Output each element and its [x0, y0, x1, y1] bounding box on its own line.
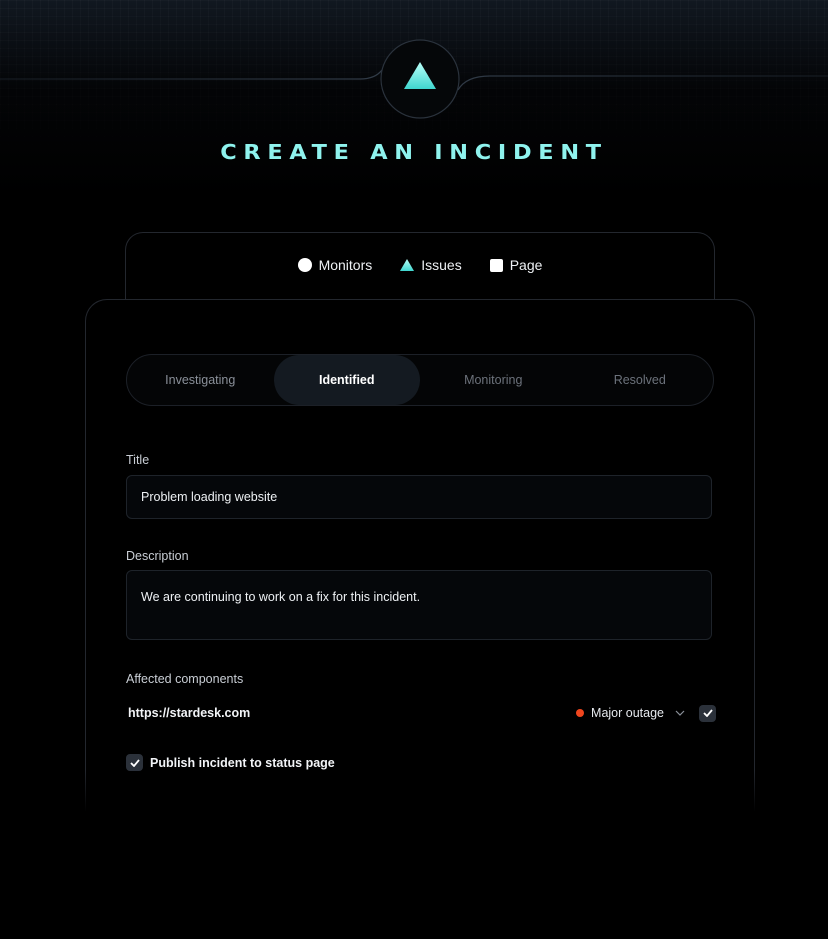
incident-type-tabs: Monitors Issues Page [126, 257, 714, 273]
tab-issues-label: Issues [421, 257, 462, 273]
publish-toggle-row[interactable]: Publish incident to status page [126, 754, 335, 771]
title-label: Title [126, 453, 150, 467]
page-title: CREATE AN INCIDENT [220, 140, 608, 164]
component-status-label: Major outage [591, 706, 664, 720]
status-option-resolved[interactable]: Resolved [567, 355, 714, 405]
tab-issues[interactable]: Issues [400, 257, 462, 273]
title-input[interactable] [126, 475, 712, 519]
description-label: Description [126, 549, 189, 563]
tab-page[interactable]: Page [489, 257, 543, 273]
checkmark-icon [702, 709, 713, 717]
tab-page-label: Page [509, 257, 543, 273]
component-status-dropdown[interactable]: Major outage [576, 706, 685, 720]
status-segmented-control: Investigating Identified Monitoring Reso… [126, 354, 714, 406]
checkmark-icon [129, 758, 140, 767]
component-url: https://stardesk.com [128, 706, 251, 720]
tab-monitors-label: Monitors [318, 257, 373, 273]
affected-components-label: Affected components [126, 672, 244, 686]
publish-label: Publish incident to status page [150, 755, 335, 770]
circle-icon [297, 258, 312, 272]
component-row: https://stardesk.com Major outage [128, 700, 716, 726]
status-dot-icon [576, 709, 585, 717]
card-bottom-fade [80, 770, 760, 830]
square-icon [489, 258, 503, 272]
chevron-down-icon [675, 710, 685, 716]
component-checkbox[interactable] [699, 704, 716, 722]
description-textarea[interactable]: We are continuing to work on a fix for t… [126, 570, 712, 640]
status-option-identified[interactable]: Identified [273, 355, 420, 405]
status-option-investigating[interactable]: Investigating [127, 355, 274, 405]
triangle-logo-icon [404, 62, 436, 89]
status-option-monitoring[interactable]: Monitoring [420, 355, 567, 405]
incident-form-card: Investigating Identified Monitoring Reso… [85, 299, 755, 820]
publish-checkbox[interactable] [126, 754, 143, 771]
tab-monitors[interactable]: Monitors [297, 257, 373, 273]
triangle-icon [400, 259, 415, 271]
